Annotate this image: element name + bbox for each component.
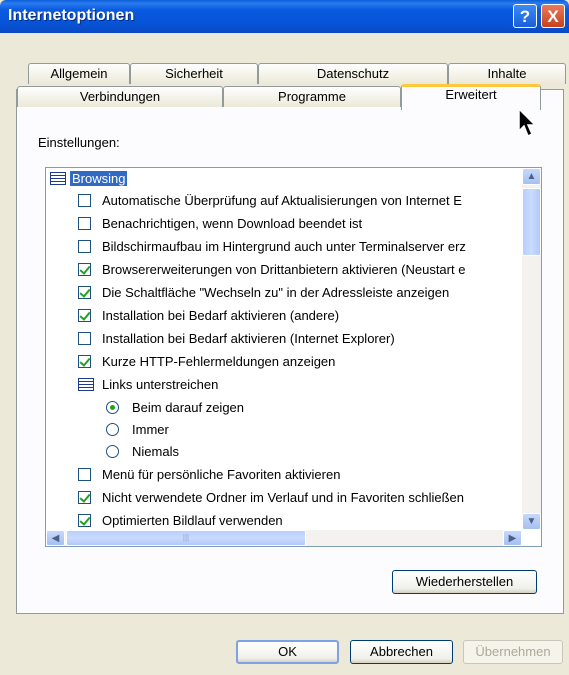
checkbox[interactable] xyxy=(78,514,91,527)
tab-datenschutz[interactable]: Datenschutz xyxy=(258,63,448,84)
subgroup-label: Links unterstreichen xyxy=(102,377,219,392)
subgroup-underline-links: Links unterstreichen xyxy=(78,374,218,396)
settings-listbox[interactable]: Browsing Automatische Überprüfung auf Ak… xyxy=(45,167,542,547)
checkbox[interactable] xyxy=(78,217,91,230)
checkbox[interactable] xyxy=(78,468,91,481)
radio-always[interactable]: Immer xyxy=(106,419,169,441)
checkbox[interactable] xyxy=(78,309,91,322)
checkbox[interactable] xyxy=(78,286,91,299)
window-title: Internetoptionen xyxy=(8,7,135,24)
option-label: Installation bei Bedarf aktivieren (ande… xyxy=(102,308,340,323)
option-go-button[interactable]: Die Schaltfläche "Wechseln zu" in der Ad… xyxy=(78,282,449,304)
checkbox[interactable] xyxy=(78,355,91,368)
help-button[interactable]: ? xyxy=(513,4,537,28)
mouse-pointer-icon xyxy=(518,107,537,138)
option-label: Bildschirmaufbau im Hintergrund auch unt… xyxy=(102,239,466,254)
option-label: Automatische Überprüfung auf Aktualisier… xyxy=(102,193,462,208)
tab-verbindungen[interactable]: Verbindungen xyxy=(17,86,223,107)
close-button[interactable]: X xyxy=(541,4,565,28)
option-label: Die Schaltfläche "Wechseln zu" in der Ad… xyxy=(102,285,450,300)
checkbox[interactable] xyxy=(78,263,91,276)
checkbox[interactable] xyxy=(78,491,91,504)
option-download-notify[interactable]: Benachrichtigen, wenn Download beendet i… xyxy=(78,213,362,235)
option-personal-favorites-menu[interactable]: Menü für persönliche Favoriten aktiviere… xyxy=(78,464,340,486)
settings-label: Einstellungen: xyxy=(38,135,120,150)
radio-on-hover[interactable]: Beim darauf zeigen xyxy=(106,397,244,419)
tab-sicherheit[interactable]: Sicherheit xyxy=(130,63,258,84)
option-smooth-scrolling[interactable]: Optimierten Bildlauf verwenden xyxy=(78,510,283,532)
scroll-down-icon[interactable]: ▼ xyxy=(522,513,541,530)
scroll-right-icon[interactable]: ▶ xyxy=(503,530,522,546)
scroll-left-icon[interactable]: ◀ xyxy=(46,530,65,546)
option-label: Menü für persönliche Favoriten aktiviere… xyxy=(102,467,341,482)
option-label: Kurze HTTP-Fehlermeldungen anzeigen xyxy=(102,354,336,369)
checkbox[interactable] xyxy=(78,194,91,207)
option-label: Installation bei Bedarf aktivieren (Inte… xyxy=(102,331,395,346)
checkbox[interactable] xyxy=(78,332,91,345)
tab-inhalte[interactable]: Inhalte xyxy=(448,63,566,84)
group-label: Browsing xyxy=(70,171,128,186)
option-label: Optimierten Bildlauf verwenden xyxy=(102,513,283,528)
apply-button: Übernehmen xyxy=(463,640,563,664)
radio-button[interactable] xyxy=(106,401,119,414)
cancel-button[interactable]: Abbrechen xyxy=(350,640,453,664)
radio-never[interactable]: Niemals xyxy=(106,441,179,463)
option-install-on-demand-other[interactable]: Installation bei Bedarf aktivieren (ande… xyxy=(78,305,339,327)
group-browsing[interactable]: Browsing xyxy=(50,168,128,190)
checkbox[interactable] xyxy=(78,240,91,253)
restore-defaults-button[interactable]: Wiederherstellen xyxy=(392,570,537,594)
vertical-scroll-thumb[interactable] xyxy=(522,188,541,256)
horizontal-scroll-thumb[interactable]: ||| xyxy=(66,530,306,546)
tab-erweitert[interactable]: Erweitert xyxy=(401,84,541,110)
radio-button[interactable] xyxy=(106,445,119,458)
scroll-up-icon[interactable]: ▲ xyxy=(522,168,541,185)
option-label: Beim darauf zeigen xyxy=(132,400,245,415)
option-label: Immer xyxy=(132,422,169,437)
option-auto-update[interactable]: Automatische Überprüfung auf Aktualisier… xyxy=(78,190,462,212)
option-short-http-errors[interactable]: Kurze HTTP-Fehlermeldungen anzeigen xyxy=(78,351,335,373)
option-label: Benachrichtigen, wenn Download beendet i… xyxy=(102,216,363,231)
settings-group-icon xyxy=(78,378,94,391)
title-bar: Internetoptionen ? X xyxy=(0,0,569,33)
settings-group-icon xyxy=(50,172,66,185)
vertical-scrollbar[interactable]: ▲ ▼ xyxy=(522,168,541,530)
option-label: Browsererweiterungen von Drittanbietern … xyxy=(102,262,466,277)
option-label: Niemals xyxy=(132,444,179,459)
ok-button[interactable]: OK xyxy=(236,640,339,664)
radio-button[interactable] xyxy=(106,423,119,436)
option-install-on-demand-ie[interactable]: Installation bei Bedarf aktivieren (Inte… xyxy=(78,328,395,350)
option-close-unused-folders[interactable]: Nicht verwendete Ordner im Verlauf und i… xyxy=(78,487,464,509)
option-third-party-extensions[interactable]: Browsererweiterungen von Drittanbietern … xyxy=(78,259,465,281)
horizontal-scrollbar[interactable]: ◀ ||| ▶ xyxy=(46,530,522,546)
tab-allgemein[interactable]: Allgemein xyxy=(28,63,130,84)
tab-programme[interactable]: Programme xyxy=(223,86,401,107)
option-background-rendering[interactable]: Bildschirmaufbau im Hintergrund auch unt… xyxy=(78,236,466,258)
option-label: Nicht verwendete Ordner im Verlauf und i… xyxy=(102,490,465,505)
